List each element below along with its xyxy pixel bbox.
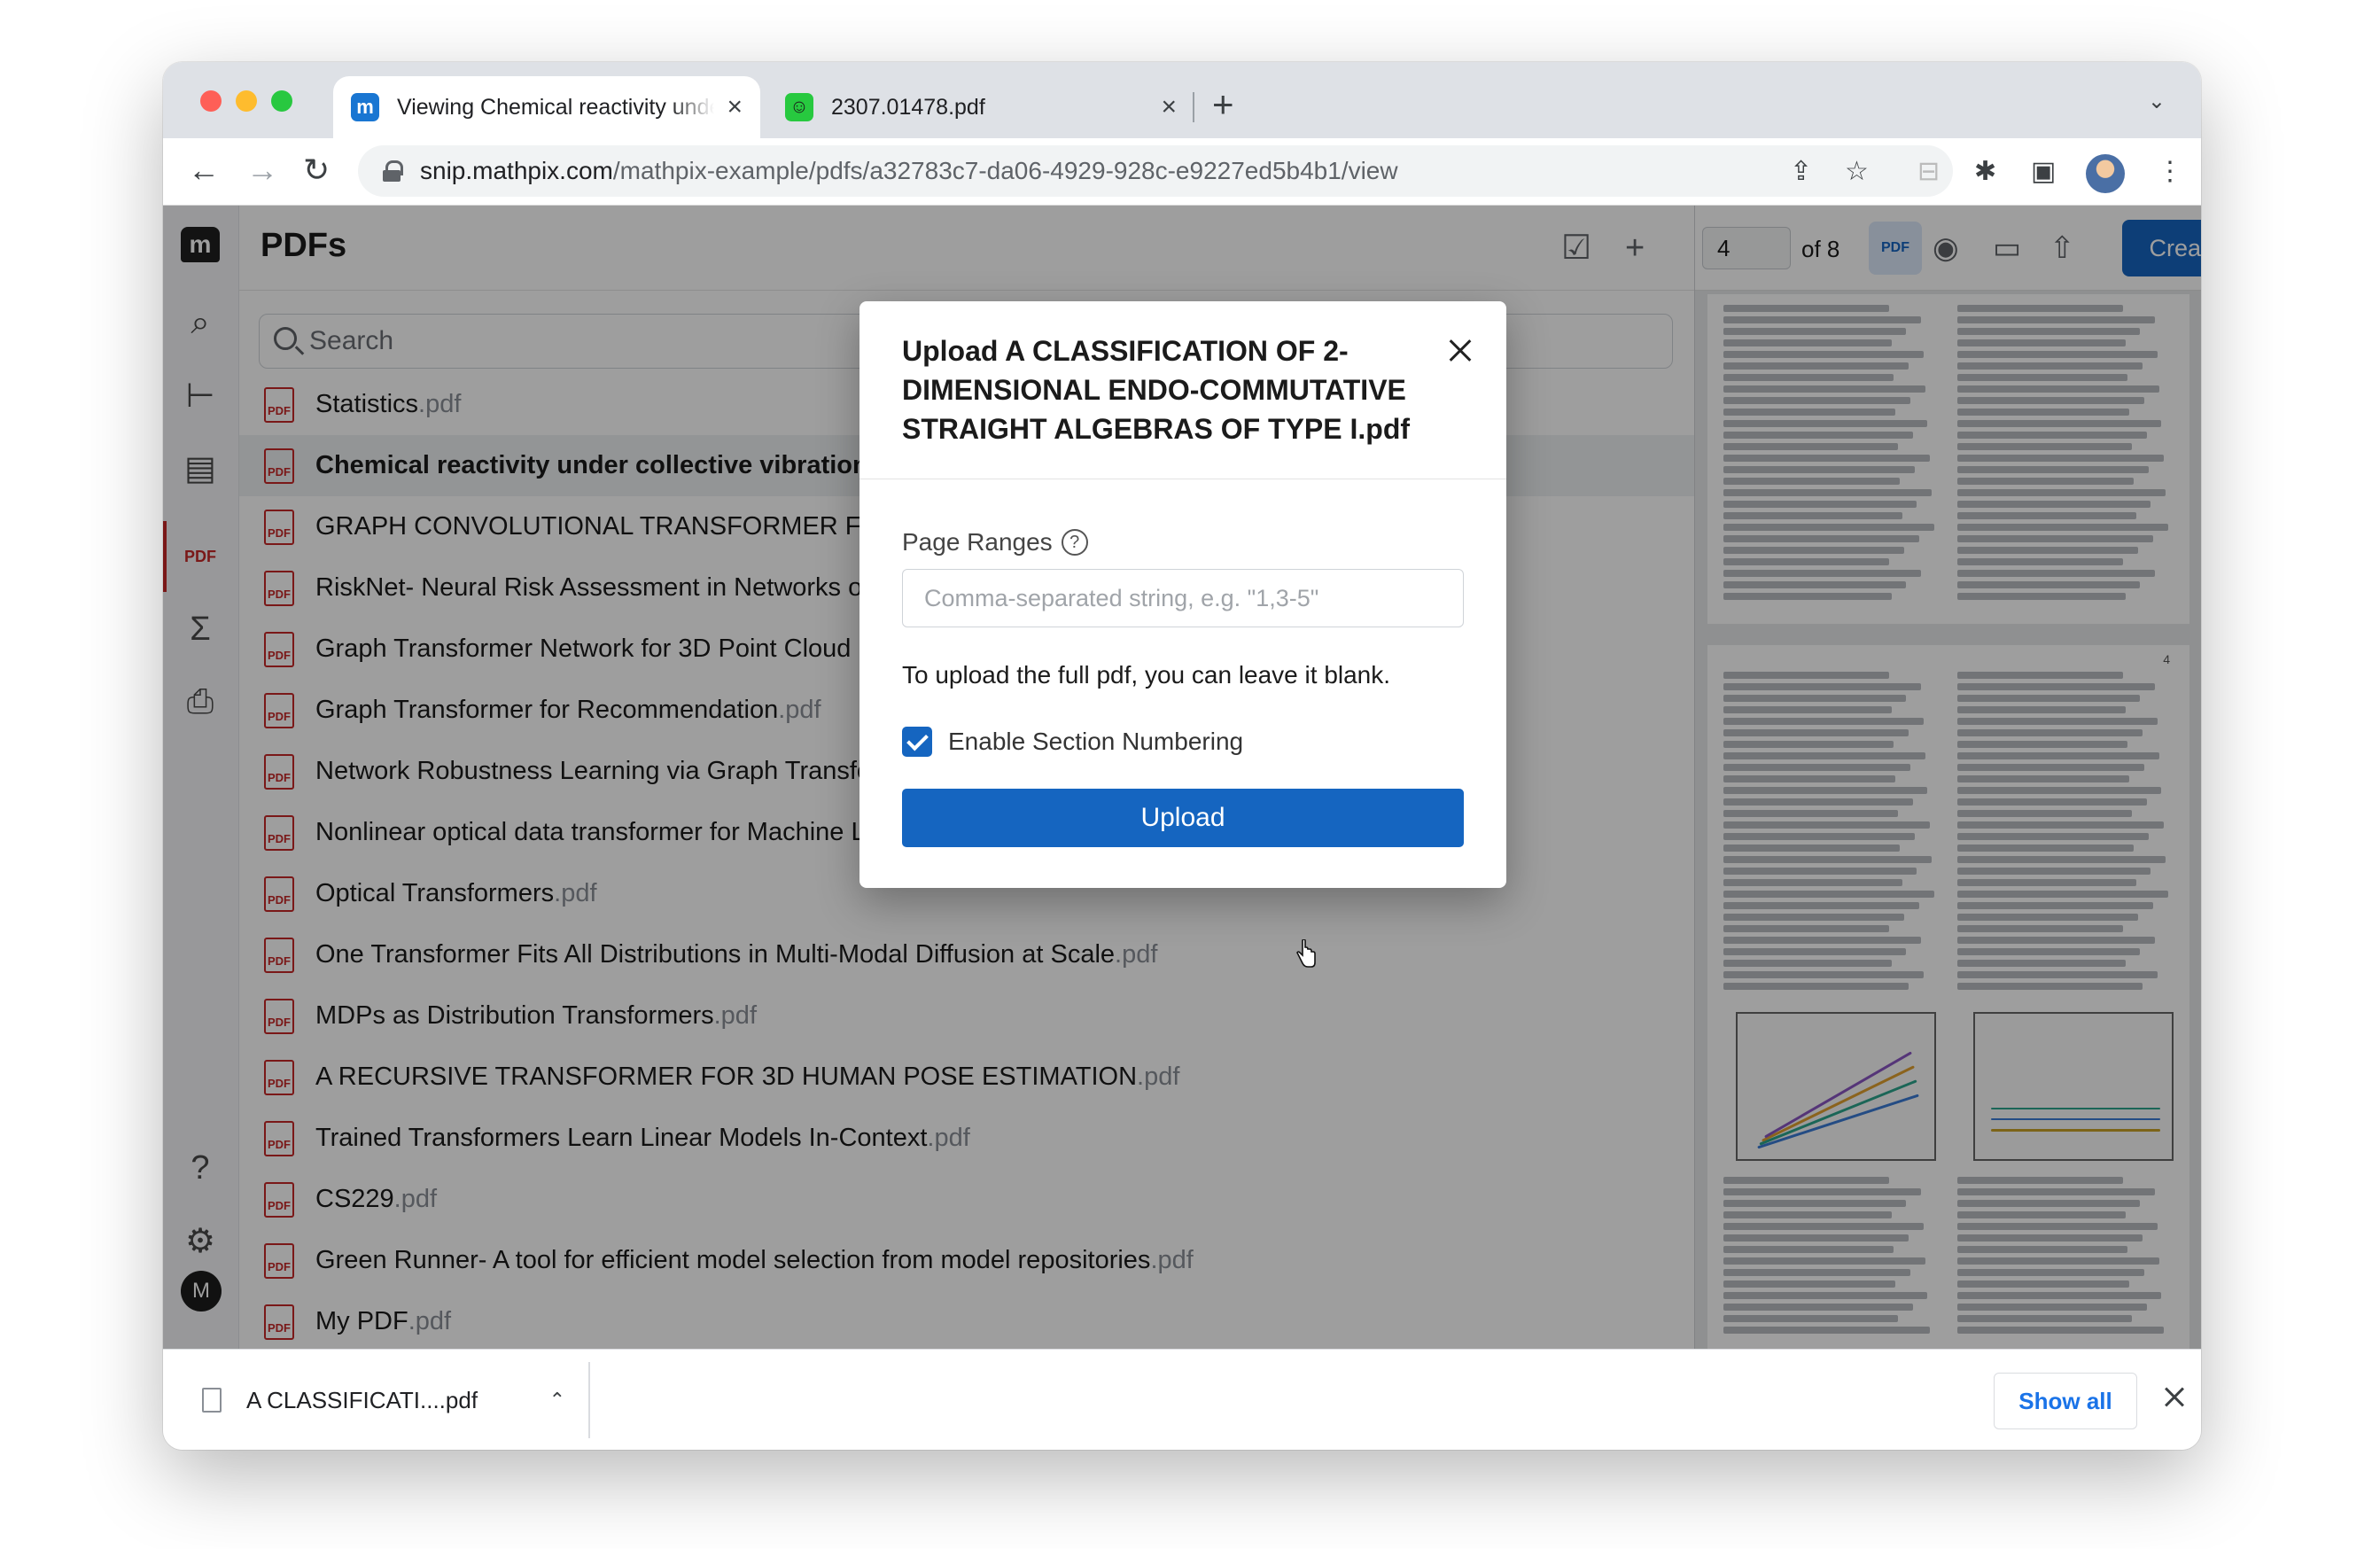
upload-button[interactable]: Upload — [902, 789, 1464, 847]
download-shelf: A CLASSIFICATI....pdf ⌃ Show all — [163, 1349, 2201, 1450]
browser-menu-icon[interactable]: ⋮ — [2157, 156, 2183, 188]
lock-icon[interactable] — [383, 160, 403, 182]
url-host: snip.mathpix.com — [420, 157, 613, 184]
hint-text: To upload the full pdf, you can leave it… — [902, 661, 1391, 689]
section-numbering-toggle[interactable]: Enable Section Numbering — [902, 727, 1243, 757]
close-shelf-icon[interactable] — [2158, 1382, 2190, 1413]
side-panel-icon[interactable]: ▣ — [2031, 156, 2056, 188]
close-tab-icon[interactable]: × — [1161, 92, 1177, 122]
minimize-window-button[interactable] — [236, 90, 257, 112]
bookmark-star-icon[interactable]: ☆ — [1845, 156, 1869, 188]
address-bar[interactable]: snip.mathpix.com /mathpix-example/pdfs/a… — [358, 145, 1953, 197]
section-numbering-label: Enable Section Numbering — [948, 728, 1244, 755]
section-numbering-checkbox[interactable] — [902, 727, 932, 757]
tab-separator — [1193, 92, 1194, 122]
shelf-separator — [588, 1362, 590, 1438]
modal-title: Upload A CLASSIFICATION OF 2-DIMENSIONAL… — [902, 335, 1411, 445]
tab-search-chevron-icon[interactable]: ⌄ — [2148, 89, 2166, 114]
back-button[interactable]: ← — [188, 151, 220, 190]
maximize-window-button[interactable] — [271, 90, 292, 112]
upload-modal: Upload A CLASSIFICATION OF 2-DIMENSIONAL… — [859, 301, 1506, 888]
file-icon — [202, 1388, 222, 1413]
close-tab-icon[interactable]: × — [727, 92, 743, 122]
forward-button[interactable]: → — [246, 151, 278, 190]
close-icon[interactable] — [1443, 333, 1478, 369]
profile-avatar[interactable] — [2086, 154, 2125, 193]
tab-title: 2307.01478.pdf — [831, 94, 985, 120]
close-window-button[interactable] — [200, 90, 222, 112]
pdf-smiley-icon: ☺ — [785, 93, 813, 121]
url-path: /mathpix-example/pdfs/a32783c7-da06-4929… — [612, 157, 1398, 184]
page-ranges-label: Page Ranges ? — [902, 528, 1088, 557]
new-tab-button[interactable]: + — [1212, 85, 1234, 124]
tab-mathpix-viewer[interactable]: m Viewing Chemical reactivity under coll… — [333, 76, 760, 138]
download-item[interactable]: A CLASSIFICATI....pdf ⌃ — [202, 1350, 574, 1450]
page-ranges-label-text: Page Ranges — [902, 528, 1053, 556]
mathpix-extension-icon[interactable]: ⊟ — [1917, 156, 1940, 188]
browser-toolbar: ← → ↻ snip.mathpix.com /mathpix-example/… — [163, 138, 2201, 206]
show-all-button[interactable]: Show all — [1994, 1373, 2137, 1429]
download-file-name: A CLASSIFICATI....pdf — [246, 1386, 478, 1413]
browser-window: m Viewing Chemical reactivity under coll… — [163, 62, 2201, 1450]
page-ranges-input[interactable] — [902, 569, 1464, 627]
help-icon[interactable]: ? — [1061, 529, 1088, 556]
tab-title: Viewing Chemical reactivity under collec… — [397, 94, 714, 120]
tab-strip: m Viewing Chemical reactivity under coll… — [163, 62, 2201, 138]
share-icon[interactable]: ⇪ — [1790, 156, 1812, 188]
tab-pdf[interactable]: ☺ 2307.01478.pdf × — [767, 76, 1194, 138]
chevron-up-icon[interactable]: ⌃ — [549, 1389, 565, 1412]
hand-cursor-icon — [1296, 939, 1316, 968]
reload-button[interactable]: ↻ — [303, 151, 330, 190]
mathpix-logo-icon: m — [351, 93, 379, 121]
extensions-puzzle-icon[interactable]: ✱ — [1974, 156, 1996, 188]
